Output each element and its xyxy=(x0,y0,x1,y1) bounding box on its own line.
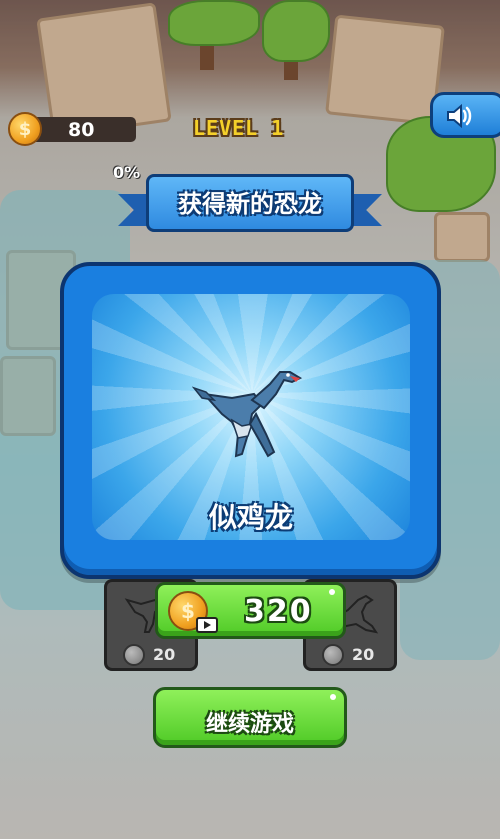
coin-icon xyxy=(8,112,42,146)
dinosaur-icon xyxy=(192,371,303,458)
title-banner: 获得新的恐龙 xyxy=(118,160,382,234)
watch-video-coins-button[interactable]: 320 xyxy=(155,582,346,639)
coin-count: 80 xyxy=(68,119,95,141)
coin-reward-amount: 320 xyxy=(244,594,313,629)
level-label: LEVEL 1 xyxy=(193,116,285,140)
continue-game-label: 继续游戏 xyxy=(205,712,294,737)
continue-game-button[interactable]: 继续游戏 xyxy=(153,687,347,748)
sound-toggle-button[interactable] xyxy=(430,92,500,138)
button-shine xyxy=(329,589,335,595)
card-price-value: 20 xyxy=(153,645,176,664)
video-icon xyxy=(196,617,218,633)
coin-counter: 80 xyxy=(8,112,136,146)
coin-icon xyxy=(123,644,145,666)
button-shine xyxy=(330,694,336,700)
dinosaur-name: 似鸡龙 xyxy=(208,501,293,534)
coin-icon xyxy=(322,644,344,666)
card-price: 20 xyxy=(123,644,189,666)
card-price: 20 xyxy=(322,644,388,666)
sound-icon xyxy=(447,103,472,129)
reward-display: 似鸡龙 xyxy=(92,294,410,540)
card-price-value: 20 xyxy=(352,645,375,664)
banner-title: 获得新的恐龙 xyxy=(178,190,322,218)
game-screen: 80 LEVEL 1 0% 获得新的恐龙 似鸡龙 xyxy=(0,0,500,839)
reward-panel: 似鸡龙 xyxy=(60,262,441,579)
